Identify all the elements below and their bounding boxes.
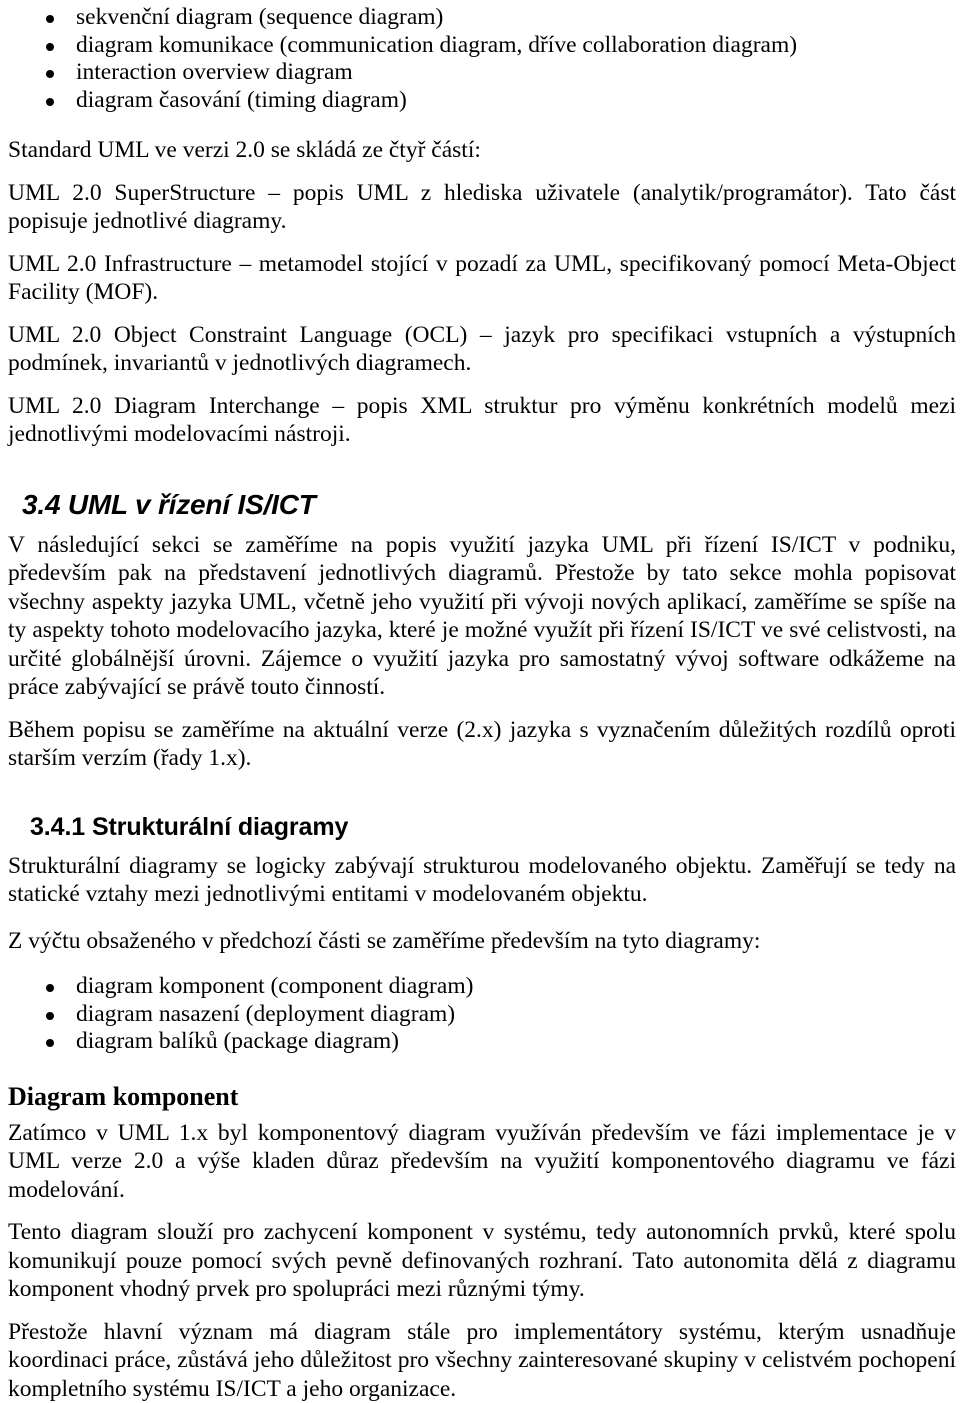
spacer: [8, 955, 956, 973]
bullet-icon: [46, 1039, 54, 1047]
list-item-label: diagram komunikace (communication diagra…: [76, 32, 797, 58]
section-3-4-paragraph-1: V následující sekci se zaměříme na popis…: [8, 531, 956, 702]
heading-diagram-komponent: Diagram komponent: [8, 1082, 956, 1112]
list-item: diagram komunikace (communication diagra…: [8, 32, 956, 60]
spacer: [8, 773, 956, 813]
uml-part-ocl: UML 2.0 Object Constraint Language (OCL)…: [8, 321, 956, 378]
spacer: [8, 1304, 956, 1318]
bullet-icon: [46, 984, 54, 992]
section-3-4-1-paragraph-2: Z výčtu obsaženého v předchozí části se …: [8, 927, 956, 956]
list-item: diagram nasazení (deployment diagram): [8, 1001, 956, 1029]
intro-lead-paragraph: Standard UML ve verzi 2.0 se skládá ze č…: [8, 136, 956, 165]
bullet-icon: [46, 70, 54, 78]
list-item-label: interaction overview diagram: [76, 59, 353, 85]
page-content: sekvenční diagram (sequence diagram) dia…: [0, 0, 960, 1403]
spacer: [8, 236, 956, 250]
heading-section-3-4: 3.4 UML v řízení IS/ICT: [8, 489, 956, 521]
spacer: [8, 449, 956, 489]
spacer: [8, 1112, 956, 1119]
spacer: [8, 378, 956, 392]
diagram-type-list-top: sekvenční diagram (sequence diagram) dia…: [8, 4, 956, 114]
heading-section-3-4-1: 3.4.1 Strukturální diagramy: [8, 813, 956, 842]
spacer: [8, 521, 956, 531]
list-item: diagram balíků (package diagram): [8, 1028, 956, 1056]
component-paragraph-1: Zatímco v UML 1.x byl komponentový diagr…: [8, 1119, 956, 1205]
spacer: [8, 307, 956, 321]
spacer: [8, 909, 956, 927]
list-item: interaction overview diagram: [8, 59, 956, 87]
list-item: sekvenční diagram (sequence diagram): [8, 4, 956, 32]
bullet-icon: [46, 15, 54, 23]
uml-part-diagram-interchange: UML 2.0 Diagram Interchange – popis XML …: [8, 392, 956, 449]
list-item-label: diagram nasazení (deployment diagram): [76, 1001, 455, 1027]
structural-diagram-list: diagram komponent (component diagram) di…: [8, 973, 956, 1056]
list-item-label: diagram časování (timing diagram): [76, 87, 407, 113]
document-page: sekvenční diagram (sequence diagram) dia…: [0, 0, 960, 1288]
list-item-label: diagram balíků (package diagram): [76, 1028, 399, 1054]
list-item-label: sekvenční diagram (sequence diagram): [76, 4, 443, 30]
section-3-4-paragraph-2: Během popisu se zaměříme na aktuální ver…: [8, 716, 956, 773]
spacer: [8, 165, 956, 179]
spacer: [8, 702, 956, 716]
spacer: [8, 1204, 956, 1218]
list-item: diagram komponent (component diagram): [8, 973, 956, 1001]
component-paragraph-2: Tento diagram slouží pro zachycení kompo…: [8, 1218, 956, 1304]
uml-part-superstructure: UML 2.0 SuperStructure – popis UML z hle…: [8, 179, 956, 236]
list-item-label: diagram komponent (component diagram): [76, 973, 473, 999]
spacer: [8, 842, 956, 852]
bullet-icon: [46, 1012, 54, 1020]
bullet-icon: [46, 43, 54, 51]
spacer: [8, 1056, 956, 1082]
uml-part-infrastructure: UML 2.0 Infrastructure – metamodel stojí…: [8, 250, 956, 307]
list-item: diagram časování (timing diagram): [8, 87, 956, 115]
bullet-icon: [46, 98, 54, 106]
section-3-4-1-paragraph-1: Strukturální diagramy se logicky zabývaj…: [8, 852, 956, 909]
component-paragraph-3: Přestože hlavní význam má diagram stále …: [8, 1318, 956, 1403]
spacer: [8, 114, 956, 136]
